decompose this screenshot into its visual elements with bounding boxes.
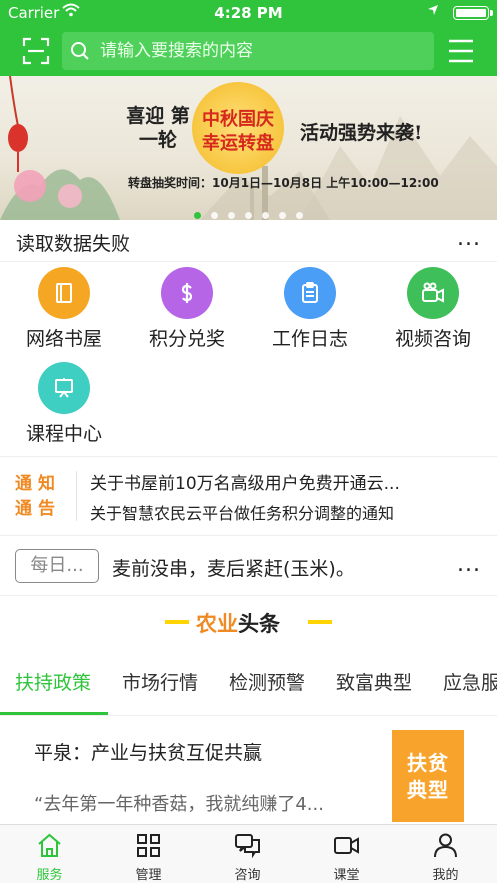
scan-icon[interactable] — [22, 37, 50, 65]
daily-tip-text: 麦前没串，麦后紧赶(玉米)。 — [112, 558, 355, 580]
banner-medal-text: 中秋国庆 幸运转盘 — [202, 109, 274, 154]
video-camera-icon — [407, 267, 459, 319]
tabbar-label: 课堂 — [333, 868, 360, 883]
carousel-indicators[interactable] — [0, 204, 497, 220]
section-title: 农业头条 — [0, 600, 497, 644]
grid-item-points-redeem[interactable]: 积分兑奖 — [125, 262, 249, 356]
tabbar-label: 服务 — [36, 868, 63, 883]
location-arrow-icon — [427, 4, 439, 19]
bottom-tab-bar: 服务 管理 咨询 课堂 我的 — [0, 824, 497, 883]
hamburger-menu-icon[interactable] — [447, 37, 475, 65]
carousel-dot[interactable] — [245, 212, 252, 219]
user-icon — [434, 833, 457, 858]
grid-item-label: 积分兑奖 — [148, 328, 225, 350]
tabbar-label: 我的 — [432, 868, 459, 883]
announcement-item[interactable]: 关于智慧农民云平台做任务积分调整的通知 — [90, 500, 485, 524]
presentation-board-icon — [38, 362, 90, 414]
article-category-line: 典型 — [407, 778, 449, 802]
section-heading-plain: 头条 — [238, 612, 280, 636]
tab-support-policy[interactable]: 扶持政策 — [15, 668, 91, 695]
carousel-dot[interactable] — [279, 212, 286, 219]
banner-schedule-text: 转盘抽奖时间：10月1日—10月8日 上午10:00—12:00 — [128, 176, 439, 190]
article-category-line: 扶贫 — [407, 751, 449, 775]
announcement-tag-line: 通知 — [15, 474, 61, 494]
search-input[interactable] — [100, 32, 430, 70]
tabbar-label: 咨询 — [234, 868, 261, 883]
active-tab-indicator — [0, 712, 108, 715]
search-icon — [70, 41, 90, 61]
feature-grid: 网络书屋 积分兑奖 工作日志 视频咨询 课程中心 — [0, 262, 497, 452]
clock: 4:28 PM — [214, 4, 283, 22]
section-heading: 农业头条 — [196, 608, 280, 638]
divider — [76, 471, 77, 521]
tabbar-item-classroom[interactable]: 课堂 — [297, 825, 396, 883]
battery-tip — [490, 10, 493, 16]
data-status-text: 读取数据失败 — [16, 233, 131, 255]
banner-right-text: 活动强势来袭! — [300, 122, 423, 144]
carousel-dot[interactable] — [194, 212, 201, 219]
title-decoration — [308, 620, 332, 624]
article-card[interactable]: 平泉：产业与扶贫互促共赢 “去年第一年种香菇，我就纯赚了4... 扶贫 典型 — [0, 716, 497, 824]
title-decoration — [165, 620, 189, 624]
book-icon — [38, 267, 90, 319]
article-excerpt: “去年第一年种香菇，我就纯赚了4... — [34, 794, 324, 815]
tabbar-item-service[interactable]: 服务 — [0, 825, 99, 883]
announcement-item[interactable]: 关于书屋前10万名高级用户免费开通云... — [90, 469, 485, 494]
announcement-tag-line: 通告 — [15, 499, 61, 519]
grid-item-label: 网络书屋 — [25, 328, 102, 350]
daily-badge: 每日... — [15, 549, 99, 583]
home-icon — [38, 833, 61, 857]
category-tabs: 扶持政策 市场行情 检测预警 致富典型 应急服 — [0, 652, 497, 716]
battery-icon — [453, 6, 489, 20]
more-button[interactable]: ... — [457, 552, 481, 577]
grid-item-work-log[interactable]: 工作日志 — [248, 262, 372, 356]
carousel-dot[interactable] — [262, 212, 269, 219]
data-status-row[interactable]: 读取数据失败 ... — [0, 220, 497, 262]
tab-prosperity[interactable]: 致富典型 — [336, 668, 412, 695]
grid-item-online-library[interactable]: 网络书屋 — [2, 262, 126, 356]
tab-monitoring[interactable]: 检测预警 — [229, 668, 305, 695]
dollar-icon — [161, 267, 213, 319]
clipboard-icon — [284, 267, 336, 319]
more-button[interactable]: ... — [457, 226, 481, 251]
banner-medal: 中秋国庆 幸运转盘 — [192, 82, 284, 174]
grid-squares-icon — [137, 834, 160, 857]
banner-left-text: 喜迎 第一轮 — [126, 105, 190, 151]
grid-item-label: 视频咨询 — [394, 328, 471, 350]
tabbar-label: 管理 — [135, 868, 162, 883]
top-header — [0, 26, 497, 76]
section-heading-accent: 农业 — [196, 612, 238, 636]
tab-market[interactable]: 市场行情 — [122, 668, 198, 695]
search-bar[interactable] — [62, 32, 434, 70]
grid-item-course-center[interactable]: 课程中心 — [2, 357, 126, 451]
grid-item-video-consult[interactable]: 视频咨询 — [371, 262, 495, 356]
tabbar-item-consult[interactable]: 咨询 — [198, 825, 297, 883]
chat-bubbles-icon — [235, 834, 260, 859]
daily-tip-row[interactable]: 每日... 麦前没串，麦后紧赶(玉米)。 ... — [0, 538, 497, 596]
tabbar-item-mine[interactable]: 我的 — [396, 825, 495, 883]
video-camera-icon — [334, 837, 359, 854]
grid-item-label: 课程中心 — [25, 423, 102, 445]
announcement-panel: 通知 通告 关于书屋前10万名高级用户免费开通云... 关于智慧农民云平台做任务… — [0, 456, 497, 536]
carousel-dot[interactable] — [296, 212, 303, 219]
carousel-dot[interactable] — [211, 212, 218, 219]
tabbar-item-manage[interactable]: 管理 — [99, 825, 198, 883]
grid-item-label: 工作日志 — [271, 328, 348, 350]
carousel-dot[interactable] — [228, 212, 235, 219]
article-headline: 平泉：产业与扶贫互促共赢 — [34, 742, 263, 764]
status-bar: Carrier 4:28 PM — [0, 0, 497, 26]
announcement-tag: 通知 通告 — [15, 472, 75, 522]
article-category-tag: 扶贫 典型 — [392, 730, 464, 822]
tab-emergency[interactable]: 应急服 — [443, 668, 497, 695]
promo-banner[interactable]: 喜迎 第一轮 中秋国庆 幸运转盘 活动强势来袭! 转盘抽奖时间：10月1日—10… — [0, 76, 497, 220]
